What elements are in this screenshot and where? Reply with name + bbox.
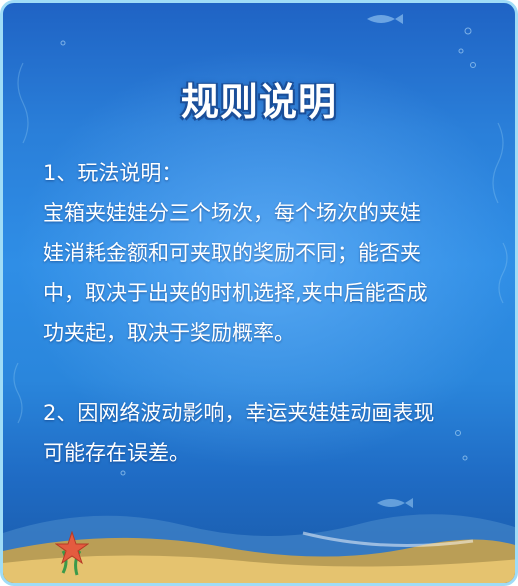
rule-line: 中，取决于出夹的时机选择,夹中后能否成 — [43, 281, 428, 305]
starfish-icon — [55, 531, 89, 565]
fish-icon — [377, 498, 413, 508]
rule-line: 1、玩法说明： — [43, 161, 183, 185]
rule-line: 2、因网络波动影响，幸运夹娃娃动画表现 — [43, 401, 435, 425]
rule-line: 宝箱夹娃娃分三个场次，每个场次的夹娃 — [43, 201, 421, 225]
rules-panel: 规则说明 1、玩法说明： 宝箱夹娃娃分三个场次，每个场次的夹娃 娃消耗金额和可夹… — [0, 0, 518, 586]
rule-line: 功夹起，取决于奖励概率。 — [43, 321, 295, 345]
sea-floor-decoration — [3, 514, 515, 583]
rule-item-network: 2、因网络波动影响，幸运夹娃娃动画表现 可能存在误差。 — [43, 393, 493, 473]
page-title: 规则说明 — [180, 80, 337, 124]
rule-line: 可能存在误差。 — [43, 441, 190, 465]
fish-icon — [367, 14, 403, 24]
rule-line: 娃消耗金额和可夹取的奖励不同；能否夹 — [43, 241, 421, 265]
rules-text: 1、玩法说明： 宝箱夹娃娃分三个场次，每个场次的夹娃 娃消耗金额和可夹取的奖励不… — [43, 153, 493, 473]
rule-item-gameplay: 1、玩法说明： 宝箱夹娃娃分三个场次，每个场次的夹娃 娃消耗金额和可夹取的奖励不… — [43, 153, 493, 353]
